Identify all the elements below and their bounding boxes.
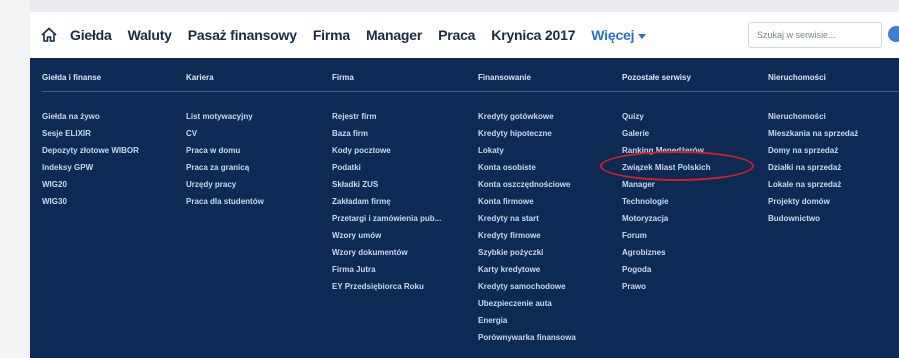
menu-link[interactable]: Praca dla studentów (186, 193, 336, 210)
menu-column-links: Quizy Galerie Ranking Menedżerów Związek Mi… (622, 108, 772, 295)
top-navigation-bar: Giełda Waluty Pasaż finansowy Firma Mana… (30, 12, 899, 59)
nav-item-krynica[interactable]: Krynica 2017 (491, 27, 575, 43)
menu-column-title[interactable]: Nieruchomości (768, 72, 899, 92)
menu-link[interactable]: Galerie (622, 125, 772, 142)
menu-link[interactable]: Zakładam firmę (332, 193, 482, 210)
search-input[interactable]: Szukaj w serwisie... (748, 22, 882, 48)
nav-item-gielda[interactable]: Giełda (70, 27, 112, 43)
menu-link[interactable]: Pogoda (622, 261, 772, 278)
menu-link[interactable]: Rejestr firm (332, 108, 482, 125)
menu-link[interactable]: Giełda na żywo (42, 108, 192, 125)
menu-column-title[interactable]: Finansowanie (478, 72, 628, 92)
nav-item-more-label: Więcej (591, 27, 635, 43)
menu-link[interactable]: Praca w domu (186, 142, 336, 159)
menu-link[interactable]: Ubezpieczenie auta (478, 295, 628, 312)
menu-link[interactable]: WIG20 (42, 176, 192, 193)
menu-link[interactable]: Składki ZUS (332, 176, 482, 193)
menu-column: Giełda i finanse Giełda na żywo Sesje ELIX… (42, 72, 192, 210)
menu-link[interactable]: Kredyty na start (478, 210, 628, 227)
menu-link[interactable]: Sesje ELIXIR (42, 125, 192, 142)
menu-link[interactable]: Karty kredytowe (478, 261, 628, 278)
nav-item-more[interactable]: Więcej (591, 27, 647, 43)
menu-column: Kariera List motywacyjny CV Praca w domu Pra… (186, 72, 336, 210)
chevron-down-icon (638, 33, 647, 39)
nav-item-firma[interactable]: Firma (313, 27, 350, 43)
menu-link[interactable]: Indeksy GPW (42, 159, 192, 176)
menu-link[interactable]: Konta oszczędnościowe (478, 176, 628, 193)
menu-link[interactable]: Kody pocztowe (332, 142, 482, 159)
menu-link[interactable]: Firma Jutra (332, 261, 482, 278)
menu-link[interactable]: CV (186, 125, 336, 142)
menu-link[interactable]: Wzory umów (332, 227, 482, 244)
menu-link[interactable]: Quizy (622, 108, 772, 125)
menu-link[interactable]: Mieszkania na sprzedaż (768, 125, 899, 142)
menu-link[interactable]: Porównywarka finansowa (478, 329, 628, 346)
menu-link[interactable]: Projekty domów (768, 193, 899, 210)
menu-link[interactable]: EY Przedsiębiorca Roku (332, 278, 482, 295)
menu-link[interactable]: Depozyty złotowe WIBOR (42, 142, 192, 159)
menu-link[interactable]: List motywacyjny (186, 108, 336, 125)
menu-column-links: Giełda na żywo Sesje ELIXIR Depozyty złoto… (42, 108, 192, 210)
mega-menu-panel: Giełda i finanse Giełda na żywo Sesje ELIX… (30, 58, 899, 358)
menu-link[interactable]: Praca za granicą (186, 159, 336, 176)
menu-link[interactable]: Lokale na sprzedaż (768, 176, 899, 193)
menu-link[interactable]: Domy na sprzedaż (768, 142, 899, 159)
menu-link[interactable]: Przetargi i zamówienia pub... (332, 210, 482, 227)
left-margin (0, 0, 30, 358)
menu-column: Finansowanie Kredyty gotówkowe Kredyty hip… (478, 72, 628, 346)
menu-column-title[interactable]: Firma (332, 72, 482, 92)
menu-link[interactable]: Forum (622, 227, 772, 244)
menu-column-links: Rejestr firm Baza firm Kody pocztowe Podatk… (332, 108, 482, 295)
nav-item-pasaz-finansowy[interactable]: Pasaż finansowy (188, 27, 297, 43)
menu-column-links: Nieruchomości Mieszkania na sprzedaż Domy … (768, 108, 899, 227)
menu-link[interactable]: Działki na sprzedaż (768, 159, 899, 176)
menu-column: Firma Rejestr firm Baza firm Kody pocztowe P… (332, 72, 482, 295)
main-nav: Giełda Waluty Pasaż finansowy Firma Mana… (70, 12, 662, 58)
menu-link[interactable]: WIG30 (42, 193, 192, 210)
search-placeholder: Szukaj w serwisie... (757, 30, 836, 40)
menu-column-links: Kredyty gotówkowe Kredyty hipoteczne Lokat… (478, 108, 628, 346)
menu-link[interactable]: Budownictwo (768, 210, 899, 227)
menu-link[interactable]: Wzory dokumentów (332, 244, 482, 261)
nav-item-manager[interactable]: Manager (366, 27, 422, 43)
menu-link[interactable]: Baza firm (332, 125, 482, 142)
menu-column: Nieruchomości Nieruchomości Mieszkania na … (768, 72, 899, 227)
menu-link[interactable]: Kredyty firmowe (478, 227, 628, 244)
nav-item-waluty[interactable]: Waluty (128, 27, 172, 43)
menu-link[interactable]: Kredyty hipoteczne (478, 125, 628, 142)
menu-link[interactable]: Kredyty samochodowe (478, 278, 628, 295)
menu-column-title[interactable]: Kariera (186, 72, 336, 92)
menu-link[interactable]: Urzędy pracy (186, 176, 336, 193)
menu-link[interactable]: Agrobiznes (622, 244, 772, 261)
menu-link[interactable]: Prawo (622, 278, 772, 295)
menu-link[interactable]: Technologie (622, 193, 772, 210)
nav-item-praca[interactable]: Praca (438, 27, 475, 43)
menu-link[interactable]: Konta firmowe (478, 193, 628, 210)
menu-column-title[interactable]: Giełda i finanse (42, 72, 192, 92)
home-icon[interactable] (40, 26, 58, 44)
menu-link[interactable]: Nieruchomości (768, 108, 899, 125)
menu-column: Pozostałe serwisy Quizy Galerie Ranking Men… (622, 72, 772, 295)
menu-link[interactable]: Szybkie pożyczki (478, 244, 628, 261)
menu-column-title[interactable]: Pozostałe serwisy (622, 72, 772, 92)
menu-link[interactable]: Energia (478, 312, 628, 329)
menu-link[interactable]: Motoryzacja (622, 210, 772, 227)
menu-link[interactable]: Podatki (332, 159, 482, 176)
search-icon[interactable] (888, 26, 899, 42)
menu-link[interactable]: Lokaty (478, 142, 628, 159)
menu-link[interactable]: Kredyty gotówkowe (478, 108, 628, 125)
menu-column-links: List motywacyjny CV Praca w domu Praca za g… (186, 108, 336, 210)
red-highlight-ellipse (600, 151, 754, 181)
